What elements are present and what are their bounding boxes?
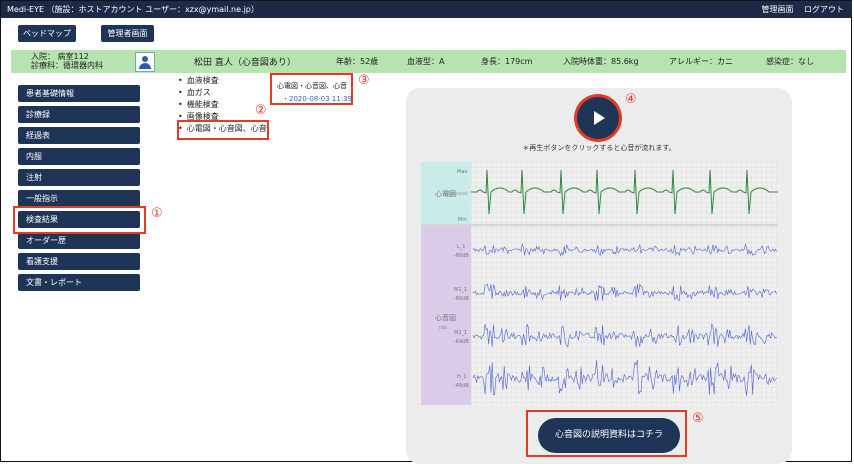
- ecg-scale-label: 50mm/mV: [447, 191, 468, 196]
- patient-ward: 入院： 病室112 診療科：循環器内科: [31, 52, 103, 70]
- patient-blood-type: 血液型：A: [407, 57, 445, 66]
- department-info: 診療科：循環器内科: [31, 61, 103, 70]
- bedmap-button[interactable]: ベッドマップ: [18, 25, 76, 42]
- annotation-number-1: ①: [151, 206, 163, 221]
- highlight-box-ecg-item: [177, 120, 269, 140]
- channel-l1-name: L_1: [457, 244, 465, 250]
- sidebar-item-documents[interactable]: 文書・レポート: [18, 274, 140, 291]
- test-item-blood-gas[interactable]: 血ガス: [178, 87, 267, 99]
- account-info: （施設：ホストアカウント ユーザー：xzx@ymail.ne.jp）: [46, 5, 259, 14]
- sidebar-item-injection[interactable]: 注射: [18, 169, 140, 186]
- admission-info: 入院： 病室112: [31, 52, 89, 61]
- sidebar-item-general-orders[interactable]: 一般指示: [18, 190, 140, 207]
- sidebar-item-oral-medication[interactable]: 内服: [18, 148, 140, 165]
- play-icon: [594, 111, 605, 125]
- annotation-number-3: ③: [358, 73, 370, 88]
- admin-link[interactable]: 管理画面: [761, 5, 793, 14]
- sidebar-item-order-history[interactable]: オーダー歴: [18, 232, 140, 249]
- channel-m2-name: M2_1: [454, 330, 467, 336]
- sidebar-item-progress[interactable]: 経過表: [18, 127, 140, 144]
- annotation-number-5: ⑤: [692, 411, 704, 426]
- header-title: Medi-EYE （施設：ホストアカウント ユーザー：xzx@ymail.ne.…: [7, 4, 259, 15]
- test-item-blood[interactable]: 血液検査: [178, 75, 267, 87]
- patient-name: 松田 直人（心音図あり）: [194, 58, 296, 68]
- channel-m1-name: M1_1: [454, 287, 467, 293]
- pcg-unit-label: (dB): [439, 325, 448, 330]
- test-record-popup: 心電図・心音図、心音 ・2020-08-03 11:39: [270, 73, 353, 105]
- patient-height: 身長：179cm: [481, 57, 533, 66]
- patient-age: 年齢：52歳: [336, 57, 379, 66]
- ecg-max-label: Max: [457, 169, 467, 175]
- header-links: 管理画面 ログアウト: [753, 4, 844, 15]
- annotation-number-2: ②: [255, 103, 267, 118]
- highlight-box-explanation: [526, 410, 687, 457]
- record-date-link[interactable]: ・2020-08-03 11:39: [282, 94, 352, 104]
- logout-link[interactable]: ログアウト: [804, 5, 844, 14]
- sidebar-item-basic-info[interactable]: 患者基礎情報: [18, 85, 140, 102]
- pcg-label: 心音図: [435, 313, 456, 322]
- ecg-min-label: Min: [458, 217, 467, 223]
- channel-m1-db: -80dB: [454, 296, 469, 302]
- patient-weight: 入院時体重：85.6kg: [563, 57, 639, 66]
- app-name: Medi-EYE: [7, 5, 45, 14]
- ecg-pcg-chart: 心電図 Max 50mm/mV Min 心音図 (dB) L_1 -80dB M…: [421, 162, 778, 405]
- play-hint-text: ＊再生ボタンをクリックすると心音が流れます。: [522, 144, 676, 152]
- channel-m2-db: -64dB: [454, 339, 469, 345]
- channel-l1-db: -80dB: [454, 253, 469, 259]
- admin-button[interactable]: 管理者画面: [101, 25, 154, 42]
- sidebar-item-nursing-support[interactable]: 看護支援: [18, 253, 140, 270]
- patient-infection: 感染症：なし: [766, 57, 814, 66]
- test-item-function[interactable]: 機能検査: [178, 99, 267, 111]
- sidebar-item-medical-record[interactable]: 診療録: [18, 106, 140, 123]
- annotation-number-4: ④: [625, 92, 637, 107]
- top-header: Medi-EYE （施設：ホストアカウント ユーザー：xzx@ymail.ne.…: [1, 1, 852, 18]
- patient-allergy: アレルギー：カニ: [669, 57, 733, 66]
- play-button[interactable]: [574, 94, 622, 142]
- record-title: 心電図・心音図、心音: [277, 82, 347, 90]
- channel-h1-name: H_1: [457, 374, 466, 380]
- highlight-box-test-results: [13, 206, 146, 234]
- avatar-icon: [135, 52, 155, 72]
- channel-h1-db: -48dB: [454, 383, 469, 389]
- patient-info-bar: 入院： 病室112 診療科：循環器内科 松田 直人（心音図あり） 年齢：52歳 …: [11, 50, 846, 73]
